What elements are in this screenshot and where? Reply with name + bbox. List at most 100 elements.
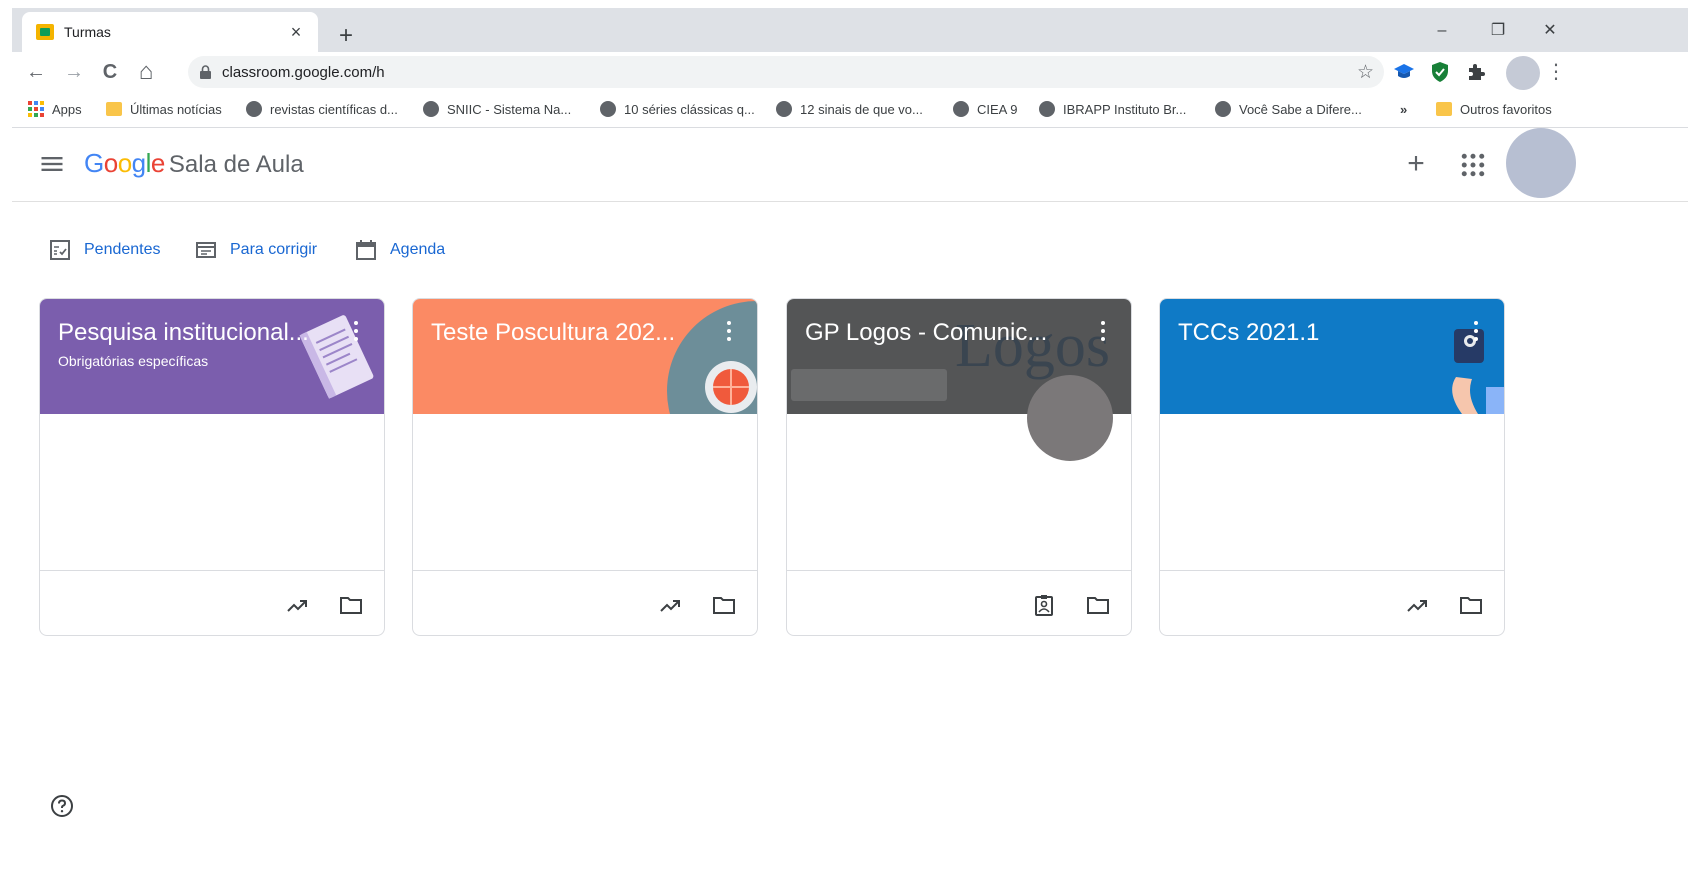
teacher-avatar[interactable] [1027,375,1113,461]
folder-icon[interactable] [338,593,364,617]
browser-tab[interactable]: Turmas × [22,12,318,52]
bookmark-label: 12 sinais de que vo... [800,102,923,117]
forward-button[interactable]: → [60,58,88,86]
card-footer [413,570,757,635]
google-apps-icon[interactable] [1458,150,1488,180]
card-title[interactable]: Pesquisa institucional... [58,319,309,347]
bookmark-label: revistas científicas d... [270,102,398,117]
browser-profile-avatar[interactable] [1506,56,1540,90]
card-title[interactable]: GP Logos - Comunic... [805,319,1047,347]
main-menu-icon[interactable] [38,150,66,178]
bookmark-item[interactable]: revistas científicas d... [246,92,398,128]
product-name: Sala de Aula [168,151,304,178]
link-pendentes[interactable]: Pendentes [48,236,168,264]
back-button[interactable]: ← [22,58,50,86]
trending-up-icon[interactable] [1404,593,1430,617]
app-header: Google Sala de Aula + [12,128,1688,202]
folder-icon[interactable] [1085,593,1111,617]
assignment-ind-icon[interactable] [1031,593,1057,617]
account-avatar[interactable] [1506,128,1576,198]
browser-menu-icon[interactable]: ⋮ [1544,58,1568,86]
card-banner[interactable]: Teste Poscultura 202... [413,299,757,414]
globe-icon [1039,100,1055,117]
review-icon [196,242,216,258]
shield-extension-icon[interactable] [1428,60,1452,84]
bookmark-label: Apps [52,102,82,117]
folder-icon[interactable] [1458,593,1484,617]
class-card[interactable]: Logos GP Logos - Comunic... [786,298,1132,636]
logo-letter: e [150,148,165,178]
bookmark-folder[interactable]: Últimas notícias [106,92,222,128]
address-bar[interactable]: classroom.google.com/h ☆ [188,56,1384,88]
restore-button[interactable]: ❐ [1478,18,1518,44]
classroom-favicon-icon [36,24,54,40]
card-banner[interactable]: Pesquisa institucional... Obrigatórias e… [40,299,384,414]
globe-icon [953,100,969,117]
logo-letter: G [84,148,104,178]
logo-letter: o [103,148,118,178]
link-label: Pendentes [84,241,161,258]
browser-window: Turmas × + – ❐ ✕ ← → C ⌂ classroom.googl… [12,8,1688,136]
bookmark-label: 10 séries clássicas q... [624,102,755,117]
class-card[interactable]: TCCs 2021.1 [1159,298,1505,636]
class-card[interactable]: Teste Poscultura 202... [412,298,758,636]
bookmark-apps[interactable]: Apps [28,92,82,128]
bookmark-label: Últimas notícias [130,102,222,117]
help-icon[interactable] [50,794,74,818]
new-tab-button[interactable]: + [332,22,360,50]
card-footer [1160,570,1504,635]
bookmark-label: Outros favoritos [1460,102,1552,117]
bookmark-item[interactable]: 12 sinais de que vo... [776,92,923,128]
globe-icon [1215,100,1231,117]
bookmark-star-icon[interactable]: ☆ [1357,61,1374,84]
logo-letter: o [117,148,132,178]
close-window-button[interactable]: ✕ [1530,18,1570,44]
card-title[interactable]: Teste Poscultura 202... [431,319,675,347]
bookmark-item[interactable]: SNIIC - Sistema Na... [423,92,571,128]
globe-icon [423,100,439,117]
globe-icon [246,100,262,117]
tab-title: Turmas [64,24,111,40]
bookmarks-overflow-button[interactable]: » [1400,92,1407,128]
minimize-button[interactable]: – [1422,18,1462,44]
trending-up-icon[interactable] [657,593,683,617]
card-subtitle: Obrigatórias específicas [58,353,209,369]
create-join-class-button[interactable]: + [1400,148,1432,180]
link-label: Para corrigir [230,241,318,258]
card-menu-icon[interactable] [350,319,362,343]
google-classroom-logo[interactable]: Google Sala de Aula [84,148,304,179]
bookmark-item[interactable]: IBRAPP Instituto Br... [1039,92,1186,128]
bookmark-item[interactable]: CIEA 9 [953,92,1017,128]
puzzle-extensions-icon[interactable] [1464,60,1488,84]
bookmark-label: CIEA 9 [977,102,1018,117]
bookmarks-bar: Apps Últimas notícias revistas científic… [12,92,1688,128]
link-agenda[interactable]: Agenda [354,236,464,264]
card-footer [40,570,384,635]
globe-icon [776,100,792,117]
graduation-cap-extension-icon[interactable] [1392,60,1416,84]
link-para-corrigir[interactable]: Para corrigir [194,236,330,264]
tab-close-icon[interactable]: × [284,20,308,44]
bookmark-item[interactable]: 10 séries clássicas q... [600,92,755,128]
bookmark-label: Você Sabe a Difere... [1239,102,1362,117]
robot-illustration-icon [1452,329,1504,414]
folder-icon[interactable] [711,593,737,617]
reload-button[interactable]: C [96,58,124,86]
tab-strip: Turmas × + – ❐ ✕ [12,8,1688,52]
other-bookmarks-folder[interactable]: Outros favoritos [1436,92,1552,128]
trending-up-icon[interactable] [284,593,310,617]
logo-letter: g [131,148,146,178]
card-title[interactable]: TCCs 2021.1 [1178,319,1319,347]
home-button[interactable]: ⌂ [132,58,160,86]
card-menu-icon[interactable] [1470,319,1482,343]
class-card[interactable]: Pesquisa institucional... Obrigatórias e… [39,298,385,636]
todo-icon [50,240,70,260]
link-label: Agenda [390,241,446,258]
card-menu-icon[interactable] [723,319,735,343]
bookmark-item[interactable]: Você Sabe a Difere... [1215,92,1362,128]
browser-toolbar: ← → C ⌂ classroom.google.com/h ☆ ⋮ [12,52,1688,92]
card-menu-icon[interactable] [1097,319,1109,343]
bookmark-label: IBRAPP Instituto Br... [1063,102,1187,117]
url-text: classroom.google.com/h [222,64,385,81]
card-banner[interactable]: TCCs 2021.1 [1160,299,1504,414]
